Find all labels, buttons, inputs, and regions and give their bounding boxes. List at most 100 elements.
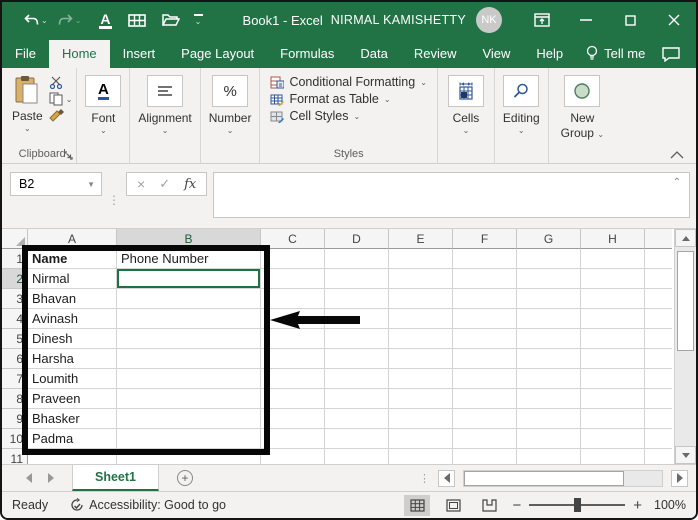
cell-D6[interactable] (325, 349, 389, 369)
close-button[interactable] (652, 2, 696, 38)
row-header-1[interactable]: 1 (2, 249, 28, 269)
column-header-C[interactable]: C (261, 229, 325, 249)
cell-C2[interactable] (261, 269, 325, 289)
cell-E3[interactable] (389, 289, 453, 309)
cell-D5[interactable] (325, 329, 389, 349)
cell-F11[interactable] (453, 449, 517, 464)
cell-D4[interactable] (325, 309, 389, 329)
cell-D10[interactable] (325, 429, 389, 449)
cell-H2[interactable] (581, 269, 645, 289)
cell-F4[interactable] (453, 309, 517, 329)
redo-dropdown-icon[interactable]: ⌄ (75, 16, 82, 25)
cell-A9[interactable]: Bhasker (28, 409, 117, 429)
cell-E9[interactable] (389, 409, 453, 429)
cell-B5[interactable] (117, 329, 261, 349)
sheet-tab-sheet1[interactable]: Sheet1 (72, 465, 159, 491)
cell-E8[interactable] (389, 389, 453, 409)
column-header-E[interactable]: E (389, 229, 453, 249)
column-header-G[interactable]: G (517, 229, 581, 249)
cell-H8[interactable] (581, 389, 645, 409)
horizontal-scroll-track[interactable] (463, 469, 663, 487)
cells-button[interactable]: Cells ⌄ (447, 72, 484, 135)
cell-E10[interactable] (389, 429, 453, 449)
clipboard-dialog-launcher[interactable] (64, 151, 73, 160)
cell-C11[interactable] (261, 449, 325, 464)
new-sheet-button[interactable]: + (159, 465, 211, 491)
copy-button[interactable]: ⌄ (49, 92, 73, 106)
cell-A6[interactable]: Harsha (28, 349, 117, 369)
cell-G11[interactable] (517, 449, 581, 464)
select-all-button[interactable] (2, 229, 28, 249)
cell-G5[interactable] (517, 329, 581, 349)
font-color-button[interactable]: A (97, 10, 113, 31)
undo-button[interactable]: ⌄ (22, 12, 50, 29)
cell-E6[interactable] (389, 349, 453, 369)
cell-H11[interactable] (581, 449, 645, 464)
insert-function-button[interactable]: fx (184, 177, 196, 192)
number-settings-button[interactable]: % Number ⌄ (209, 72, 251, 135)
paste-button[interactable]: Paste ⌄ (12, 72, 43, 133)
cell-G4[interactable] (517, 309, 581, 329)
name-box-dropdown-icon[interactable]: ▼ (87, 180, 101, 189)
cell-B2[interactable] (117, 269, 261, 289)
cell-A1[interactable]: Name (28, 249, 117, 269)
tab-home[interactable]: Home (48, 40, 110, 68)
next-sheet-icon[interactable] (48, 473, 54, 483)
collapse-ribbon-button[interactable] (670, 151, 684, 159)
column-header-A[interactable]: A (28, 229, 117, 249)
new-group-button[interactable]: New Group ⌄ (561, 72, 604, 141)
cell-G6[interactable] (517, 349, 581, 369)
formula-bar-expand-icon[interactable]: ⌃ (673, 177, 681, 188)
cell-D1[interactable] (325, 249, 389, 269)
accessibility-status[interactable]: Accessibility: Good to go (70, 498, 226, 512)
cell-B3[interactable] (117, 289, 261, 309)
cell-G9[interactable] (517, 409, 581, 429)
cell-C8[interactable] (261, 389, 325, 409)
cell-E5[interactable] (389, 329, 453, 349)
cell-F5[interactable] (453, 329, 517, 349)
cell-C10[interactable] (261, 429, 325, 449)
scroll-up-button[interactable] (675, 229, 696, 247)
cell-H7[interactable] (581, 369, 645, 389)
cell-B4[interactable] (117, 309, 261, 329)
cell-B6[interactable] (117, 349, 261, 369)
cell-styles-button[interactable]: Cell Styles ⌄ (270, 109, 426, 123)
scroll-right-button[interactable] (671, 469, 688, 487)
cell-E1[interactable] (389, 249, 453, 269)
cell-D3[interactable] (325, 289, 389, 309)
font-settings-button[interactable]: A Font ⌄ (85, 72, 122, 135)
cell-G7[interactable] (517, 369, 581, 389)
cell-B7[interactable] (117, 369, 261, 389)
zoom-thumb[interactable] (574, 498, 582, 512)
cell-F8[interactable] (453, 389, 517, 409)
previous-sheet-icon[interactable] (26, 473, 32, 483)
cell-F7[interactable] (453, 369, 517, 389)
user-name[interactable]: NIRMAL KAMISHETTY (331, 13, 466, 27)
format-painter-button[interactable] (48, 109, 73, 122)
confirm-entry-button[interactable]: ✓ (159, 176, 170, 192)
conditional-formatting-button[interactable]: Conditional Formatting ⌄ (270, 75, 427, 89)
formula-input[interactable]: ⌃ (213, 172, 690, 218)
row-header-11[interactable]: 11 (2, 449, 28, 464)
scroll-left-button[interactable] (438, 469, 455, 487)
cell-D7[interactable] (325, 369, 389, 389)
row-header-9[interactable]: 9 (2, 409, 28, 429)
paste-dropdown-icon[interactable]: ⌄ (24, 124, 31, 133)
row-header-3[interactable]: 3 (2, 289, 28, 309)
zoom-slider[interactable]: − + (512, 497, 642, 514)
cell-H3[interactable] (581, 289, 645, 309)
zoom-out-button[interactable]: − (512, 497, 521, 514)
cell-B10[interactable] (117, 429, 261, 449)
cell-A10[interactable]: Padma (28, 429, 117, 449)
copy-dropdown-icon[interactable]: ⌄ (66, 95, 73, 104)
cell-H10[interactable] (581, 429, 645, 449)
tell-me-button[interactable]: Tell me (576, 39, 655, 68)
avatar[interactable]: NK (476, 7, 502, 33)
row-header-4[interactable]: 4 (2, 309, 28, 329)
cell-D11[interactable] (325, 449, 389, 464)
tab-data[interactable]: Data (347, 40, 400, 68)
cell-F3[interactable] (453, 289, 517, 309)
page-layout-view-button[interactable] (440, 495, 466, 516)
cell-E2[interactable] (389, 269, 453, 289)
tab-view[interactable]: View (469, 40, 523, 68)
